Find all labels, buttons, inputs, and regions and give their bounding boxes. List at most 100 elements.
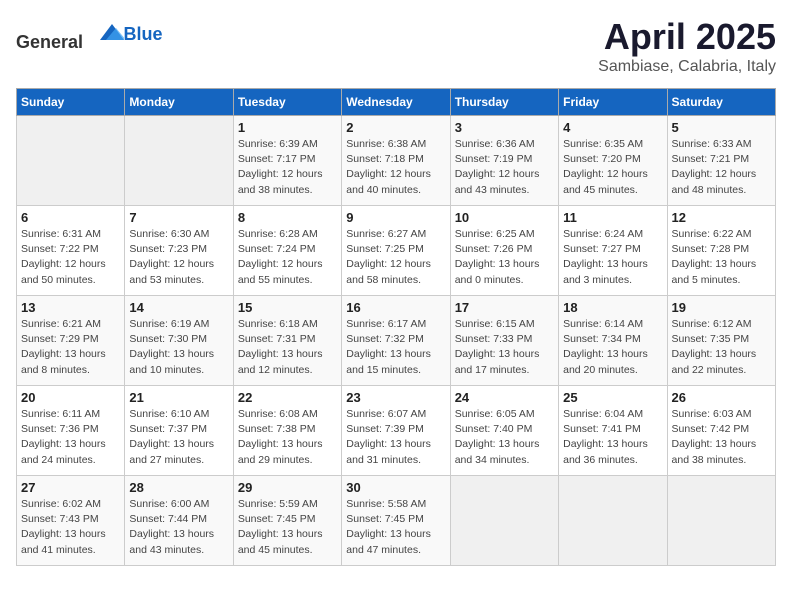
calendar-cell: 21 Sunrise: 6:10 AMSunset: 7:37 PMDayligh… <box>125 386 233 476</box>
calendar-cell: 16Sunrise: 6:17 AMSunset: 7:32 PMDayligh… <box>342 296 450 386</box>
day-info: Sunrise: 6:18 AMSunset: 7:31 PMDaylight:… <box>238 317 337 378</box>
calendar-cell: 3 Sunrise: 6:36 AMSunset: 7:19 PMDaylight… <box>450 116 558 206</box>
day-number: 4 <box>563 120 662 135</box>
calendar-cell: 17Sunrise: 6:15 AMSunset: 7:33 PMDayligh… <box>450 296 558 386</box>
day-info: Sunrise: 6:21 AMSunset: 7:29 PMDaylight:… <box>21 317 120 378</box>
day-info: Sunrise: 6:30 AMSunset: 7:23 PMDaylight:… <box>129 227 228 288</box>
calendar-cell: 2 Sunrise: 6:38 AMSunset: 7:18 PMDaylight… <box>342 116 450 206</box>
calendar-header-row: SundayMondayTuesdayWednesdayThursdayFrid… <box>17 89 776 116</box>
calendar-week-row: 6Sunrise: 6:31 AMSunset: 7:22 PMDaylight… <box>17 206 776 296</box>
day-info: Sunrise: 6:03 AMSunset: 7:42 PMDaylight:… <box>672 407 771 468</box>
calendar-cell: 28 Sunrise: 6:00 AMSunset: 7:44 PMDayligh… <box>125 476 233 566</box>
day-info: Sunrise: 6:39 AMSunset: 7:17 PMDaylight:… <box>238 137 337 198</box>
day-info: Sunrise: 6:00 AMSunset: 7:44 PMDaylight:… <box>129 497 228 558</box>
weekday-header-sunday: Sunday <box>17 89 125 116</box>
calendar-cell <box>450 476 558 566</box>
calendar-cell: 1 Sunrise: 6:39 AMSunset: 7:17 PMDaylight… <box>233 116 341 206</box>
calendar-cell: 19Sunrise: 6:12 AMSunset: 7:35 PMDayligh… <box>667 296 775 386</box>
day-number: 28 <box>129 480 228 495</box>
calendar-cell: 20 Sunrise: 6:11 AMSunset: 7:36 PMDayligh… <box>17 386 125 476</box>
day-info: Sunrise: 6:10 AMSunset: 7:37 PMDaylight:… <box>129 407 228 468</box>
day-info: Sunrise: 6:35 AMSunset: 7:20 PMDaylight:… <box>563 137 662 198</box>
day-number: 30 <box>346 480 445 495</box>
weekday-header-friday: Friday <box>559 89 667 116</box>
weekday-header-thursday: Thursday <box>450 89 558 116</box>
calendar-table: SundayMondayTuesdayWednesdayThursdayFrid… <box>16 88 776 566</box>
day-number: 24 <box>455 390 554 405</box>
day-info: Sunrise: 6:33 AMSunset: 7:21 PMDaylight:… <box>672 137 771 198</box>
day-number: 29 <box>238 480 337 495</box>
calendar-cell: 8 Sunrise: 6:28 AMSunset: 7:24 PMDaylight… <box>233 206 341 296</box>
calendar-cell: 15 Sunrise: 6:18 AMSunset: 7:31 PMDayligh… <box>233 296 341 386</box>
calendar-cell: 4 Sunrise: 6:35 AMSunset: 7:20 PMDaylight… <box>559 116 667 206</box>
day-info: Sunrise: 6:38 AMSunset: 7:18 PMDaylight:… <box>346 137 445 198</box>
day-info: Sunrise: 6:25 AMSunset: 7:26 PMDaylight:… <box>455 227 554 288</box>
calendar-cell <box>125 116 233 206</box>
day-info: Sunrise: 6:14 AMSunset: 7:34 PMDaylight:… <box>563 317 662 378</box>
day-number: 13 <box>21 300 120 315</box>
location-subtitle: Sambiase, Calabria, Italy <box>598 58 776 76</box>
day-info: Sunrise: 6:07 AMSunset: 7:39 PMDaylight:… <box>346 407 445 468</box>
day-info: Sunrise: 6:11 AMSunset: 7:36 PMDaylight:… <box>21 407 120 468</box>
calendar-cell <box>667 476 775 566</box>
logo-icon <box>92 16 124 48</box>
calendar-cell: 25 Sunrise: 6:04 AMSunset: 7:41 PMDayligh… <box>559 386 667 476</box>
day-number: 2 <box>346 120 445 135</box>
calendar-cell: 9 Sunrise: 6:27 AMSunset: 7:25 PMDaylight… <box>342 206 450 296</box>
calendar-cell <box>17 116 125 206</box>
day-number: 5 <box>672 120 771 135</box>
weekday-header-monday: Monday <box>125 89 233 116</box>
day-number: 20 <box>21 390 120 405</box>
logo: General Blue <box>16 16 163 53</box>
day-info: Sunrise: 6:22 AMSunset: 7:28 PMDaylight:… <box>672 227 771 288</box>
calendar-cell: 13 Sunrise: 6:21 AMSunset: 7:29 PMDayligh… <box>17 296 125 386</box>
day-info: Sunrise: 6:04 AMSunset: 7:41 PMDaylight:… <box>563 407 662 468</box>
weekday-header-saturday: Saturday <box>667 89 775 116</box>
weekday-header-tuesday: Tuesday <box>233 89 341 116</box>
day-info: Sunrise: 6:31 AMSunset: 7:22 PMDaylight:… <box>21 227 120 288</box>
calendar-cell: 30 Sunrise: 5:58 AMSunset: 7:45 PMDayligh… <box>342 476 450 566</box>
calendar-cell: 26Sunrise: 6:03 AMSunset: 7:42 PMDayligh… <box>667 386 775 476</box>
calendar-week-row: 20 Sunrise: 6:11 AMSunset: 7:36 PMDayligh… <box>17 386 776 476</box>
day-number: 11 <box>563 210 662 225</box>
calendar-cell: 18Sunrise: 6:14 AMSunset: 7:34 PMDayligh… <box>559 296 667 386</box>
calendar-cell: 6Sunrise: 6:31 AMSunset: 7:22 PMDaylight… <box>17 206 125 296</box>
day-number: 27 <box>21 480 120 495</box>
calendar-week-row: 1 Sunrise: 6:39 AMSunset: 7:17 PMDaylight… <box>17 116 776 206</box>
day-info: Sunrise: 6:28 AMSunset: 7:24 PMDaylight:… <box>238 227 337 288</box>
day-info: Sunrise: 6:08 AMSunset: 7:38 PMDaylight:… <box>238 407 337 468</box>
day-info: Sunrise: 5:58 AMSunset: 7:45 PMDaylight:… <box>346 497 445 558</box>
day-number: 25 <box>563 390 662 405</box>
calendar-cell: 10 Sunrise: 6:25 AMSunset: 7:26 PMDayligh… <box>450 206 558 296</box>
calendar-week-row: 13 Sunrise: 6:21 AMSunset: 7:29 PMDayligh… <box>17 296 776 386</box>
calendar-week-row: 27 Sunrise: 6:02 AMSunset: 7:43 PMDayligh… <box>17 476 776 566</box>
title-area: April 2025 Sambiase, Calabria, Italy <box>598 16 776 76</box>
calendar-cell: 24Sunrise: 6:05 AMSunset: 7:40 PMDayligh… <box>450 386 558 476</box>
day-number: 19 <box>672 300 771 315</box>
day-number: 23 <box>346 390 445 405</box>
calendar-cell: 23 Sunrise: 6:07 AMSunset: 7:39 PMDayligh… <box>342 386 450 476</box>
day-number: 9 <box>346 210 445 225</box>
calendar-cell: 11 Sunrise: 6:24 AMSunset: 7:27 PMDayligh… <box>559 206 667 296</box>
day-info: Sunrise: 5:59 AMSunset: 7:45 PMDaylight:… <box>238 497 337 558</box>
day-number: 15 <box>238 300 337 315</box>
logo-general: General <box>16 32 83 52</box>
day-number: 3 <box>455 120 554 135</box>
logo-blue: Blue <box>124 24 163 44</box>
day-number: 8 <box>238 210 337 225</box>
day-info: Sunrise: 6:19 AMSunset: 7:30 PMDaylight:… <box>129 317 228 378</box>
calendar-cell: 22Sunrise: 6:08 AMSunset: 7:38 PMDayligh… <box>233 386 341 476</box>
day-number: 17 <box>455 300 554 315</box>
day-number: 10 <box>455 210 554 225</box>
day-number: 1 <box>238 120 337 135</box>
day-info: Sunrise: 6:24 AMSunset: 7:27 PMDaylight:… <box>563 227 662 288</box>
calendar-cell: 5 Sunrise: 6:33 AMSunset: 7:21 PMDaylight… <box>667 116 775 206</box>
day-info: Sunrise: 6:02 AMSunset: 7:43 PMDaylight:… <box>21 497 120 558</box>
day-info: Sunrise: 6:27 AMSunset: 7:25 PMDaylight:… <box>346 227 445 288</box>
calendar-cell: 7Sunrise: 6:30 AMSunset: 7:23 PMDaylight… <box>125 206 233 296</box>
calendar-cell <box>559 476 667 566</box>
page-header: General Blue April 2025 Sambiase, Calabr… <box>16 16 776 76</box>
calendar-cell: 27 Sunrise: 6:02 AMSunset: 7:43 PMDayligh… <box>17 476 125 566</box>
day-number: 21 <box>129 390 228 405</box>
day-info: Sunrise: 6:36 AMSunset: 7:19 PMDaylight:… <box>455 137 554 198</box>
